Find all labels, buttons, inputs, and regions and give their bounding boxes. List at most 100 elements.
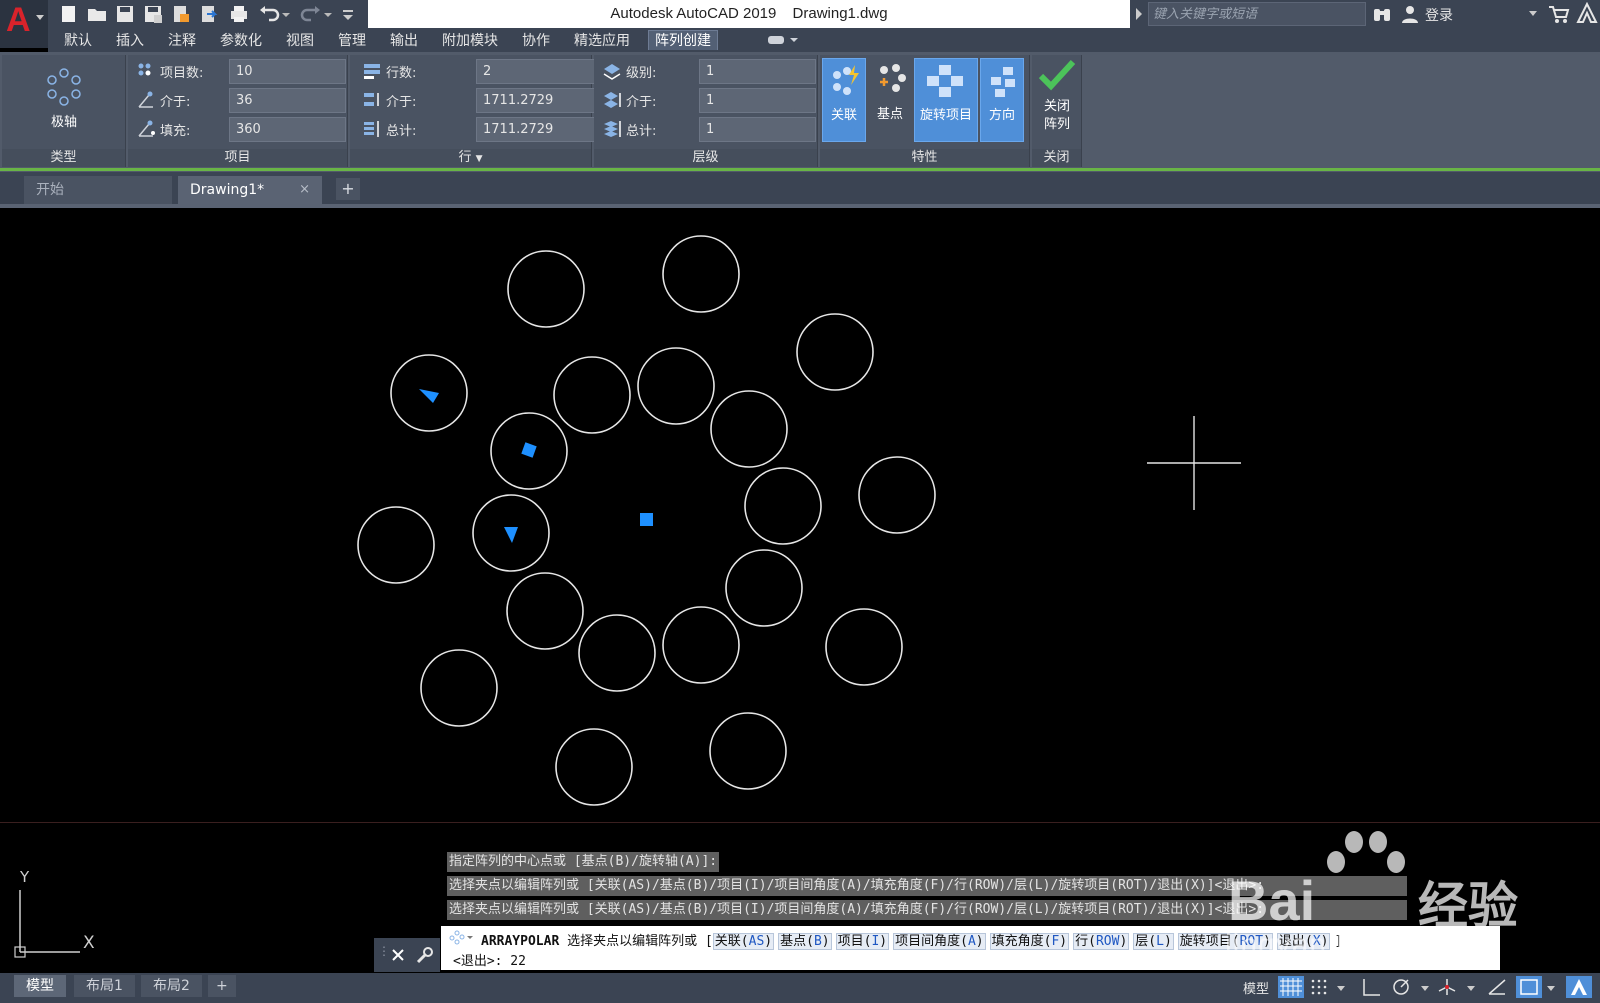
option-items[interactable]: 项目(I) [835, 933, 890, 950]
array-circle[interactable] [796, 313, 874, 391]
tab-collaborate[interactable]: 协作 [516, 31, 556, 51]
array-circle[interactable] [420, 649, 498, 727]
web-mobile-open-icon[interactable] [170, 4, 192, 24]
panel-title-rows[interactable]: 行 ▼ [350, 149, 591, 167]
close-icon[interactable] [390, 947, 406, 963]
save-icon[interactable] [114, 4, 136, 24]
tab-parametric[interactable]: 参数化 [214, 31, 268, 51]
array-circle[interactable] [578, 614, 656, 692]
drag-handle-icon[interactable]: ⋮ [378, 944, 390, 958]
items-count-input[interactable]: 10 [229, 59, 346, 84]
array-circle[interactable] [709, 712, 787, 790]
close-icon[interactable]: × [299, 176, 310, 204]
fill-angle-grip[interactable] [419, 389, 439, 403]
save-as-icon[interactable] [142, 4, 164, 24]
binoculars-icon[interactable] [1372, 5, 1392, 23]
isometric-drafting-icon[interactable] [1436, 977, 1458, 997]
chevron-down-icon[interactable] [1420, 985, 1430, 993]
array-circle[interactable] [507, 250, 585, 328]
tab-insert[interactable]: 插入 [110, 31, 150, 51]
tab-addins[interactable]: 附加模块 [436, 31, 504, 51]
option-rows[interactable]: 行(ROW) [1073, 933, 1130, 950]
tab-featured-apps[interactable]: 精选应用 [568, 31, 636, 51]
application-menu-button[interactable]: A [0, 0, 48, 48]
array-circle[interactable] [637, 347, 715, 425]
snap-mode-icon[interactable] [1310, 978, 1330, 996]
wrench-icon[interactable] [414, 946, 434, 964]
login-link[interactable]: 登录 [1425, 5, 1453, 25]
ribbon-display-toggle-icon[interactable] [766, 34, 800, 46]
array-circle[interactable] [662, 606, 740, 684]
redo-icon[interactable] [300, 4, 322, 24]
array-circle[interactable] [744, 467, 822, 545]
tab-default[interactable]: 默认 [58, 31, 98, 51]
open-folder-icon[interactable] [86, 4, 108, 24]
object-snap-tracking-icon[interactable] [1486, 977, 1508, 997]
levels-between-input[interactable]: 1 [699, 88, 816, 113]
levels-total-input[interactable]: 1 [699, 117, 816, 142]
chevron-down-icon[interactable] [1336, 985, 1346, 993]
tab-manage[interactable]: 管理 [332, 31, 372, 51]
close-array-button[interactable]: 关闭 阵列 [1034, 58, 1080, 144]
web-mobile-save-icon[interactable] [198, 4, 220, 24]
chevron-down-icon[interactable] [1466, 985, 1476, 993]
array-circle[interactable] [357, 506, 435, 584]
chevron-right-icon[interactable] [1134, 8, 1144, 20]
tab-array-creation[interactable]: 阵列创建 [648, 30, 718, 50]
redo-dropdown-icon[interactable] [322, 4, 334, 24]
drawing-canvas[interactable] [0, 208, 1600, 823]
array-circle[interactable] [506, 572, 584, 650]
option-base-point[interactable]: 基点(B) [778, 933, 832, 950]
array-circle[interactable] [858, 456, 936, 534]
tab-layout2[interactable]: 布局2 [141, 975, 202, 997]
undo-dropdown-icon[interactable] [280, 4, 292, 24]
array-circle[interactable] [725, 549, 803, 627]
new-tab-button[interactable]: + [336, 178, 360, 200]
user-icon[interactable] [1401, 5, 1419, 23]
model-space-toggle[interactable]: 模型 [1243, 978, 1269, 997]
option-angle-between[interactable]: 项目间角度(A) [893, 933, 986, 950]
option-associative[interactable]: 关联(AS) [712, 933, 775, 950]
chevron-down-icon[interactable] [1546, 985, 1556, 993]
array-circle[interactable] [553, 356, 631, 434]
array-circle[interactable] [662, 235, 740, 313]
levels-count-input[interactable]: 1 [699, 59, 816, 84]
plot-icon[interactable] [228, 4, 250, 24]
angle-between-grip[interactable] [504, 527, 518, 543]
chevron-down-icon[interactable] [1528, 10, 1538, 18]
tab-layout1[interactable]: 布局1 [74, 975, 135, 997]
customize-toolbar-icon[interactable] [340, 4, 356, 24]
ortho-mode-icon[interactable] [1360, 977, 1382, 997]
annotation-visibility-icon[interactable] [1566, 976, 1592, 998]
items-between-input[interactable]: 36 [229, 88, 346, 113]
items-fill-input[interactable]: 360 [229, 117, 346, 142]
command-input-text[interactable]: <退出>: 22 [453, 950, 526, 969]
grid-icon[interactable] [1278, 976, 1304, 998]
rows-total-input[interactable]: 1711.2729 [476, 117, 596, 142]
array-circle[interactable] [555, 728, 633, 806]
object-snap-icon[interactable] [1516, 976, 1542, 998]
rows-between-input[interactable]: 1711.2729 [476, 88, 596, 113]
cart-icon[interactable] [1548, 4, 1570, 24]
option-fill-angle[interactable]: 填充角度(F) [989, 933, 1070, 950]
array-circle[interactable] [825, 608, 903, 686]
polar-tracking-icon[interactable] [1390, 977, 1412, 997]
direction-button[interactable]: 方向 [980, 58, 1024, 142]
search-input[interactable]: 键入关键字或短语 [1148, 2, 1366, 26]
autodesk-a360-icon[interactable] [1576, 2, 1598, 26]
base-point-button[interactable]: 基点 [868, 58, 912, 142]
tab-view[interactable]: 视图 [280, 31, 320, 51]
center-grip[interactable] [640, 513, 653, 526]
new-file-icon[interactable] [58, 4, 80, 24]
option-levels[interactable]: 层(L) [1133, 933, 1174, 950]
tab-drawing1[interactable]: Drawing1* × [178, 176, 322, 204]
tab-annotate[interactable]: 注释 [162, 31, 202, 51]
tab-model[interactable]: 模型 [14, 975, 66, 997]
polar-type-button[interactable]: 极轴 [32, 67, 96, 133]
rotate-items-button[interactable]: 旋转项目 [914, 58, 978, 142]
add-layout-button[interactable]: + [208, 975, 236, 997]
tab-output[interactable]: 输出 [384, 31, 424, 51]
undo-icon[interactable] [258, 4, 280, 24]
associative-button[interactable]: 关联 [822, 58, 866, 142]
base-grip[interactable] [521, 442, 537, 458]
